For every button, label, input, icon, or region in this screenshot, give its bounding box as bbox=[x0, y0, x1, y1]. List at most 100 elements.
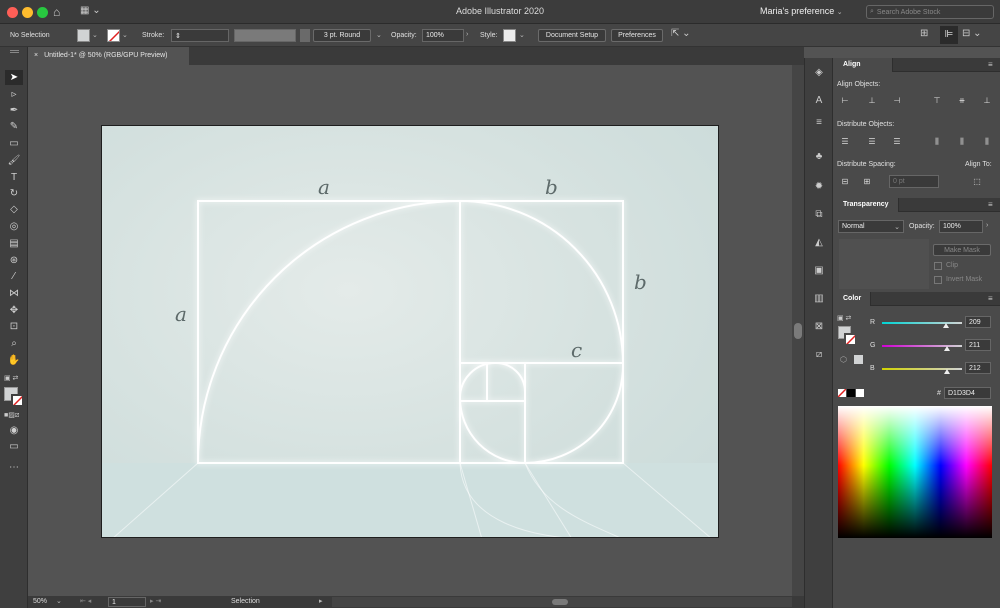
stroke-color-box[interactable] bbox=[11, 394, 24, 407]
home-icon[interactable]: ⌂ bbox=[53, 5, 60, 19]
mesh-tool-icon[interactable]: ⊛ bbox=[5, 253, 23, 268]
horizontal-scroll-thumb[interactable] bbox=[552, 599, 568, 605]
stroke-dropdown-icon[interactable]: ⌄ bbox=[122, 31, 128, 39]
profile-dropdown[interactable] bbox=[300, 29, 310, 42]
character-icon[interactable]: A bbox=[812, 94, 826, 108]
transparency-tab[interactable]: Transparency bbox=[833, 198, 899, 212]
color-tab[interactable]: Color bbox=[833, 292, 871, 306]
minimize-window-button[interactable] bbox=[22, 7, 33, 18]
arrange-documents-icon[interactable]: ⇱ ⌄ bbox=[671, 28, 691, 39]
horizontal-distribute-left-icon[interactable]: ⫼ bbox=[931, 137, 943, 147]
shape-builder-tool-icon[interactable]: ◎ bbox=[5, 219, 23, 234]
vertical-scrollbar[interactable] bbox=[792, 65, 804, 596]
more-tools-icon[interactable]: ⋯ bbox=[5, 460, 23, 475]
workspace-layout-icon[interactable]: ▦ ⌄ bbox=[80, 5, 101, 16]
graphic-styles-icon[interactable]: ⧉ bbox=[812, 208, 826, 222]
horizontal-distribute-space-icon[interactable]: ⊞ bbox=[861, 177, 873, 187]
direct-selection-tool-icon[interactable]: ▹ bbox=[5, 87, 23, 102]
none-swatch[interactable] bbox=[838, 389, 846, 397]
symbols-icon[interactable]: ♣ bbox=[812, 150, 826, 164]
hand-tool-icon[interactable]: ✋ bbox=[5, 353, 23, 368]
horizontal-align-center-icon[interactable]: ⊥ bbox=[866, 96, 878, 106]
rotate-tool-icon[interactable]: ↻ bbox=[5, 186, 23, 201]
color-mode-icons[interactable]: ■▨⧄ bbox=[4, 411, 19, 420]
gradient-tool-icon[interactable]: ▤ bbox=[5, 236, 23, 251]
appearance-icon[interactable]: ✹ bbox=[812, 180, 826, 194]
workspace-switcher[interactable]: Maria's preference ⌄ bbox=[760, 6, 843, 16]
panel-menu-icon[interactable]: ≡ bbox=[988, 60, 993, 69]
b-slider-thumb[interactable] bbox=[944, 369, 950, 374]
opacity-dropdown-icon[interactable]: › bbox=[466, 31, 468, 38]
horizontal-align-left-icon[interactable]: ⊢ bbox=[839, 96, 851, 106]
brush-definition[interactable]: 3 pt. Round bbox=[313, 29, 371, 42]
b-value-field[interactable]: 212 bbox=[965, 362, 991, 374]
transform-panel-icon[interactable]: ⧄ bbox=[812, 348, 826, 362]
properties-panel-icon[interactable]: ⊫ bbox=[940, 26, 958, 44]
stroke-panel-icon[interactable]: ◭ bbox=[812, 236, 826, 250]
rectangle-tool-icon[interactable]: ▭ bbox=[5, 136, 23, 151]
transparency-opacity-field[interactable]: 100% bbox=[939, 220, 983, 233]
b-slider-track[interactable] bbox=[882, 368, 962, 370]
horizontal-align-right-icon[interactable]: ⊣ bbox=[891, 96, 903, 106]
toolbar-grip[interactable] bbox=[10, 50, 19, 53]
paintbrush-tool-icon[interactable]: 🖌 bbox=[5, 153, 23, 168]
stock-search-input[interactable]: ⌕ Search Adobe Stock bbox=[866, 5, 994, 19]
g-slider-track[interactable] bbox=[882, 345, 962, 347]
vertical-distribute-space-icon[interactable]: ⊟ bbox=[839, 177, 851, 187]
gamut-swatch[interactable] bbox=[854, 355, 863, 364]
stroke-weight-field[interactable]: ⇕ bbox=[171, 29, 229, 42]
zoom-level[interactable]: 50% bbox=[33, 598, 47, 605]
invert-mask-checkbox[interactable] bbox=[934, 276, 942, 284]
artboard-nav-prev-icon[interactable]: ⇤ ◂ bbox=[80, 597, 91, 605]
horizontal-distribute-center-icon[interactable]: ⫼ bbox=[956, 137, 968, 147]
pen-tool-icon[interactable]: ✒ bbox=[5, 103, 23, 118]
curvature-tool-icon[interactable]: ✎ bbox=[5, 119, 23, 134]
fill-swatch[interactable] bbox=[77, 29, 90, 42]
close-window-button[interactable] bbox=[7, 7, 18, 18]
default-colors-icon[interactable]: ▣ ⇄ bbox=[837, 314, 851, 322]
stroke-swatch[interactable] bbox=[107, 29, 120, 42]
graphic-style-swatch[interactable] bbox=[503, 29, 516, 42]
vertical-align-top-icon[interactable]: ⊤ bbox=[931, 96, 943, 106]
color-stroke-box[interactable] bbox=[844, 333, 857, 346]
transform-icon[interactable]: ⊟ ⌄ bbox=[962, 28, 982, 39]
brush-dropdown-icon[interactable]: ⌄ bbox=[376, 31, 382, 39]
g-value-field[interactable]: 211 bbox=[965, 339, 991, 351]
spacing-value-field[interactable]: 0 pt bbox=[889, 175, 939, 188]
document-setup-button[interactable]: Document Setup bbox=[538, 29, 606, 42]
zoom-window-button[interactable] bbox=[37, 7, 48, 18]
selection-tool-icon[interactable]: ➤ bbox=[5, 70, 23, 85]
g-slider-thumb[interactable] bbox=[944, 346, 950, 351]
horizontal-distribute-right-icon[interactable]: ⫼ bbox=[981, 137, 993, 147]
pathfinder-icon[interactable]: ⊠ bbox=[812, 320, 826, 334]
vertical-align-bottom-icon[interactable]: ⊥ bbox=[981, 96, 993, 106]
out-of-web-gamut-icon[interactable]: ⬡ bbox=[840, 355, 847, 364]
blend-tool-icon[interactable]: ⋈ bbox=[5, 286, 23, 301]
r-slider-track[interactable] bbox=[882, 322, 962, 324]
white-swatch[interactable] bbox=[856, 389, 864, 397]
document-tab[interactable]: × Untitled-1* @ 50% (RGB/GPU Preview) bbox=[28, 47, 190, 65]
variable-width-profile[interactable] bbox=[234, 29, 296, 42]
panel-menu-icon[interactable]: ≡ bbox=[988, 294, 993, 303]
panel-menu-icon[interactable]: ≡ bbox=[988, 200, 993, 209]
blend-mode-select[interactable]: Normal ⌄ bbox=[838, 220, 904, 233]
close-tab-icon[interactable]: × bbox=[34, 52, 38, 59]
image-trace-icon[interactable]: ▣ bbox=[812, 264, 826, 278]
status-menu-icon[interactable]: ▸ bbox=[319, 597, 323, 605]
eraser-tool-icon[interactable]: ◇ bbox=[5, 202, 23, 217]
vertical-distribute-center-icon[interactable]: ☰ bbox=[866, 137, 878, 147]
gradient-panel-icon[interactable]: ▥ bbox=[812, 292, 826, 306]
paragraph-icon[interactable]: ≡ bbox=[812, 116, 826, 130]
hex-value-field[interactable]: D1D3D4 bbox=[944, 387, 991, 399]
black-swatch[interactable] bbox=[847, 389, 855, 397]
r-slider-thumb[interactable] bbox=[943, 323, 949, 328]
align-icon[interactable]: ⊞ bbox=[920, 28, 928, 39]
make-mask-button[interactable]: Make Mask bbox=[933, 244, 991, 256]
default-colors-icon[interactable]: ▣ ⇄ bbox=[4, 374, 18, 382]
zoom-dropdown-icon[interactable]: ⌄ bbox=[56, 597, 62, 605]
type-tool-icon[interactable]: T bbox=[5, 170, 23, 185]
clip-checkbox[interactable] bbox=[934, 262, 942, 270]
vertical-scroll-thumb[interactable] bbox=[794, 323, 802, 339]
zoom-tool-icon[interactable]: ⌕ bbox=[5, 336, 23, 351]
vertical-distribute-top-icon[interactable]: ☰ bbox=[839, 137, 851, 147]
